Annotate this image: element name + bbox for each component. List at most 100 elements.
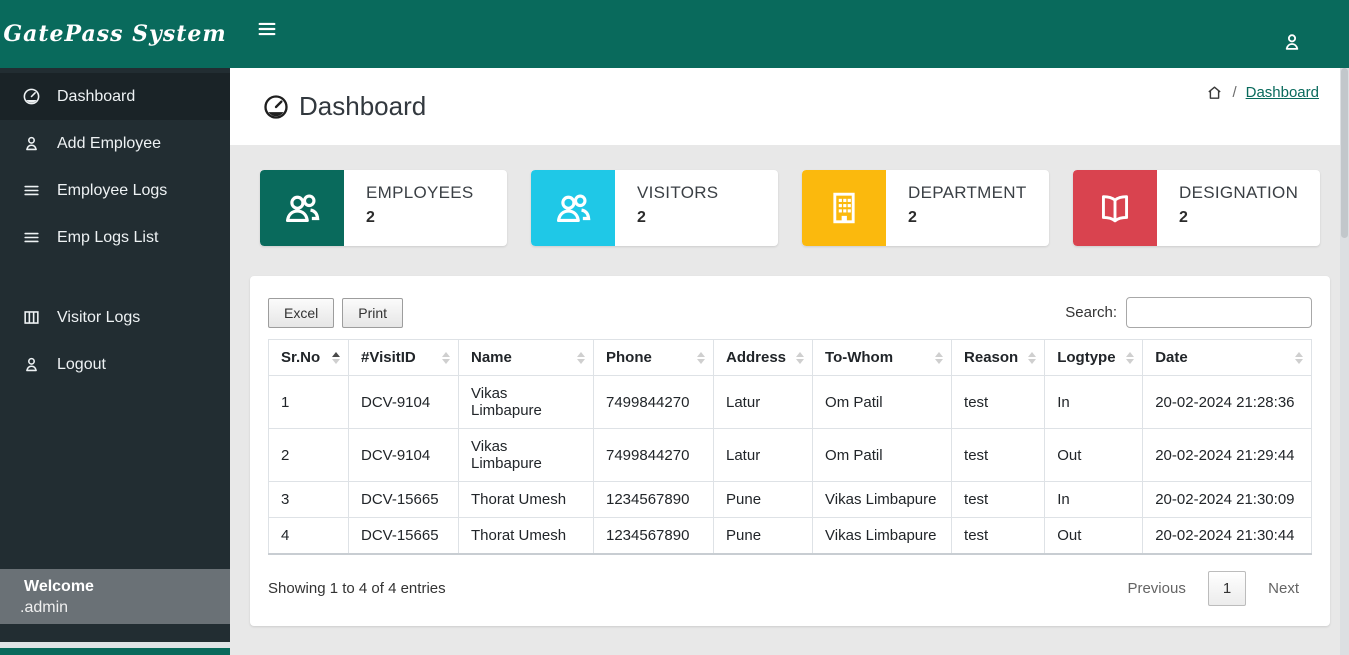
next-page-button[interactable]: Next (1255, 572, 1312, 605)
table-cell: 1234567890 (594, 482, 714, 518)
search-input[interactable] (1126, 297, 1312, 328)
table-head: Sr.No #VisitID Name Phone Address To-Who… (269, 340, 1312, 376)
scrollbar-thumb[interactable] (1341, 68, 1348, 238)
app-logo[interactable]: GatePass System (0, 0, 230, 68)
table-cell: test (952, 376, 1045, 429)
sidebar-item-add-employee[interactable]: Add Employee (0, 120, 230, 167)
column-label: Date (1155, 349, 1188, 366)
stat-card-employees: EMPLOYEES 2 (260, 170, 507, 246)
excel-export-button[interactable]: Excel (268, 298, 334, 328)
stat-icon-box (260, 170, 344, 246)
stat-card-designation: DESIGNATION 2 (1073, 170, 1320, 246)
sidebar-item-label: Add Employee (57, 135, 161, 153)
people-icon (281, 187, 323, 229)
sort-icon (1126, 352, 1134, 364)
stat-icon-box (531, 170, 615, 246)
sort-icon (332, 352, 340, 364)
column-header-name[interactable]: Name (459, 340, 594, 376)
column-label: Name (471, 349, 512, 366)
stat-card-department: DEPARTMENT 2 (802, 170, 1049, 246)
table-cell: DCV-9104 (349, 429, 459, 482)
breadcrumb-current-link[interactable]: Dashboard (1246, 84, 1319, 101)
column-label: Address (726, 349, 786, 366)
column-header-to-whom[interactable]: To-Whom (813, 340, 952, 376)
sort-icon (577, 352, 585, 364)
table-cell: 7499844270 (594, 376, 714, 429)
table-cell: 1234567890 (594, 518, 714, 555)
column-label: To-Whom (825, 349, 893, 366)
hamburger-menu-icon[interactable] (256, 18, 278, 40)
table-cell: Vikas Limbapure (459, 376, 594, 429)
table-footer: Showing 1 to 4 of 4 entries Previous 1 N… (268, 571, 1312, 606)
page-title: Dashboard (299, 91, 426, 122)
stat-text: VISITORS 2 (615, 170, 718, 246)
table-cell: Thorat Umesh (459, 518, 594, 555)
app-window: GatePass System Dashboard Add Employee E… (0, 0, 1349, 655)
table-row: 2DCV-9104Vikas Limbapure7499844270LaturO… (269, 429, 1312, 482)
table-row: 1DCV-9104Vikas Limbapure7499844270LaturO… (269, 376, 1312, 429)
column-header-date[interactable]: Date (1143, 340, 1312, 376)
column-header-phone[interactable]: Phone (594, 340, 714, 376)
sidebar-item-dashboard[interactable]: Dashboard (0, 73, 230, 120)
page-header: Dashboard / Dashboard (230, 68, 1349, 145)
stat-text: DEPARTMENT 2 (886, 170, 1027, 246)
main-area: Dashboard / Dashboard EMPLOYEES 2 (230, 0, 1349, 655)
welcome-box: Welcome .admin (0, 569, 230, 624)
table-cell: Om Patil (813, 429, 952, 482)
table-cell: Latur (714, 429, 813, 482)
person-icon (22, 134, 41, 153)
sidebar-item-emp-logs-list[interactable]: Emp Logs List (0, 214, 230, 261)
table-cell: 7499844270 (594, 429, 714, 482)
sidebar-item-employee-logs[interactable]: Employee Logs (0, 167, 230, 214)
page-number-button[interactable]: 1 (1208, 571, 1246, 606)
search-label: Search: (1065, 304, 1117, 321)
sidebar-menu: Dashboard Add Employee Employee Logs Emp… (0, 68, 230, 388)
column-header-logtype[interactable]: Logtype (1045, 340, 1143, 376)
profile-person-icon[interactable] (1281, 31, 1303, 53)
sidebar-item-visitor-logs[interactable]: Visitor Logs (0, 294, 230, 341)
column-header-visitid[interactable]: #VisitID (349, 340, 459, 376)
stat-value: 2 (366, 209, 474, 227)
stat-card-visitors: VISITORS 2 (531, 170, 778, 246)
sort-icon (697, 352, 705, 364)
column-header-reason[interactable]: Reason (952, 340, 1045, 376)
table-cell: 3 (269, 482, 349, 518)
stat-cards-row: EMPLOYEES 2 VISITORS 2 (250, 170, 1330, 246)
previous-page-button[interactable]: Previous (1114, 572, 1198, 605)
table-cell: test (952, 518, 1045, 555)
column-label: Logtype (1057, 349, 1115, 366)
visitor-table-panel: Excel Print Search: Sr.No (250, 276, 1330, 626)
content-area: EMPLOYEES 2 VISITORS 2 (230, 145, 1349, 655)
table-row: 4DCV-15665Thorat Umesh1234567890PuneVika… (269, 518, 1312, 555)
sidebar-bottom-spacer (0, 624, 230, 642)
search-wrap: Search: (1065, 297, 1312, 328)
table-cell: 20-02-2024 21:30:09 (1143, 482, 1312, 518)
topbar (230, 0, 1349, 68)
column-label: Phone (606, 349, 652, 366)
home-icon[interactable] (1206, 84, 1223, 101)
vertical-scrollbar[interactable] (1340, 68, 1349, 655)
pagination: Previous 1 Next (1114, 571, 1312, 606)
people-icon (552, 187, 594, 229)
table-cell: test (952, 482, 1045, 518)
column-header-srno[interactable]: Sr.No (269, 340, 349, 376)
sort-icon (796, 352, 804, 364)
table-cell: 4 (269, 518, 349, 555)
sidebar-bottom-bar (0, 648, 230, 655)
sidebar-item-logout[interactable]: Logout (0, 341, 230, 388)
table-cell: Vikas Limbapure (813, 518, 952, 555)
welcome-title: Welcome (0, 578, 230, 596)
column-label: Sr.No (281, 349, 320, 366)
stat-value: 2 (637, 209, 718, 227)
column-header-address[interactable]: Address (714, 340, 813, 376)
table-cell: test (952, 429, 1045, 482)
sidebar-item-label: Employee Logs (57, 182, 167, 200)
table-cell: Vikas Limbapure (813, 482, 952, 518)
stat-value: 2 (908, 209, 1027, 227)
breadcrumb: / Dashboard (1206, 84, 1319, 101)
stat-text: DESIGNATION 2 (1157, 170, 1298, 246)
print-button[interactable]: Print (342, 298, 403, 328)
table-cell: Pune (714, 518, 813, 555)
columns-book-icon (22, 308, 41, 327)
table-body: 1DCV-9104Vikas Limbapure7499844270LaturO… (269, 376, 1312, 555)
